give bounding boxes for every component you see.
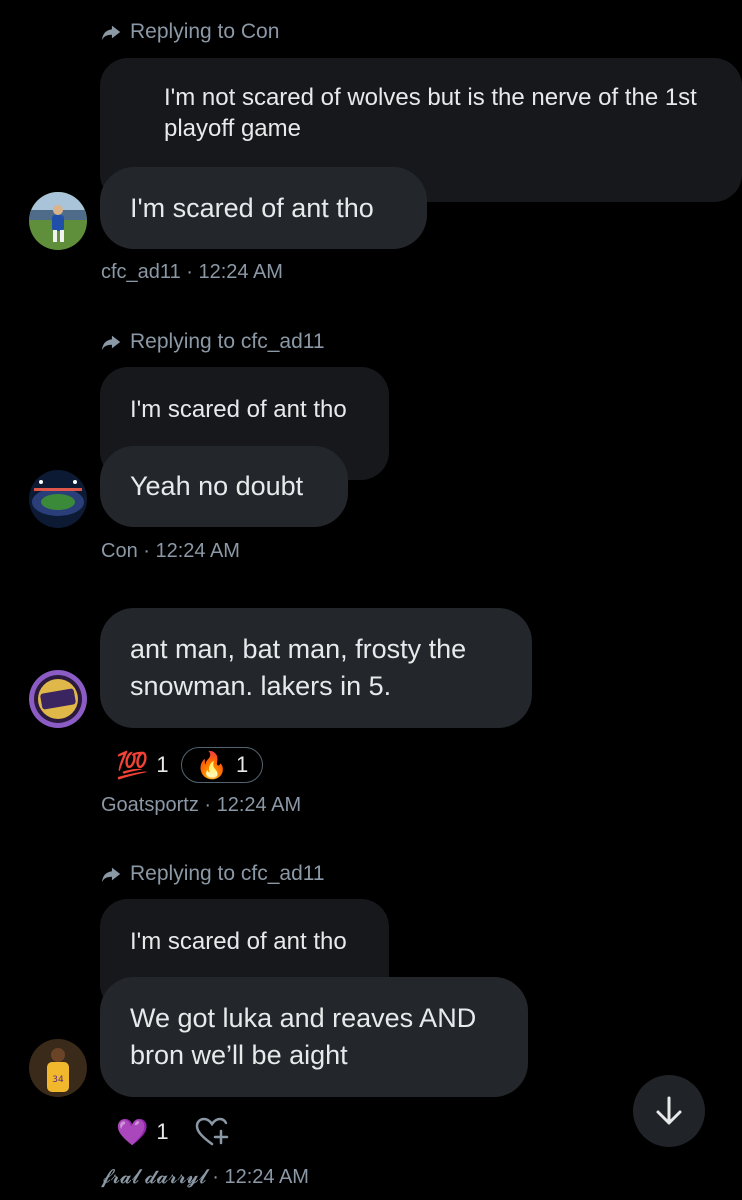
reply-arrow-icon [101, 335, 121, 351]
scroll-to-bottom-button[interactable] [633, 1075, 705, 1147]
purple-heart-icon[interactable]: 💜 [116, 1117, 148, 1147]
message-meta: cfc_ad11 · 12:24 AM [101, 261, 283, 283]
message-meta: Goatsportz · 12:24 AM [101, 794, 302, 816]
reply-arrow-icon [101, 25, 121, 41]
fire-icon: 🔥 [195, 750, 228, 780]
message-text: We got luka and reaves AND bron we’ll be… [130, 1003, 477, 1070]
message-text: Yeah no doubt [130, 471, 304, 501]
svg-text:34: 34 [52, 1075, 64, 1085]
add-reaction-icon[interactable] [195, 1117, 229, 1147]
avatar[interactable] [29, 670, 87, 728]
message-meta: 𝓯𝓻𝓪𝓵 𝓭𝓪𝓻𝓻𝔂𝓵 · 12:24 AM [101, 1166, 309, 1188]
reply-context: Replying to cfc_ad11 [100, 330, 325, 354]
quoted-text: I'm not scared of wolves but is the nerv… [164, 84, 697, 142]
quoted-text: I'm scared of ant tho [130, 928, 347, 955]
message-text: I'm scared of ant tho [130, 192, 374, 223]
avatar[interactable]: 34 [29, 1039, 87, 1097]
reaction-pill[interactable]: 🔥 1 [180, 747, 264, 783]
replying-to-label: Replying to cfc_ad11 [130, 862, 325, 885]
message-bubble[interactable]: We got luka and reaves AND bron we’ll be… [100, 977, 528, 1097]
reply-arrow-icon [101, 867, 121, 883]
message-bubble[interactable]: ant man, bat man, frosty the snowman. la… [100, 608, 532, 728]
message-meta: Con · 12:24 AM [101, 540, 240, 562]
arrow-down-icon [656, 1096, 682, 1125]
avatar[interactable] [29, 470, 87, 528]
reply-context: Replying to Con [100, 20, 279, 44]
message-text: ant man, bat man, frosty the snowman. la… [130, 634, 467, 701]
reaction-bar: 💯 1 🔥 1 [116, 747, 264, 783]
hundred-points-icon[interactable]: 💯 [116, 750, 148, 780]
message-bubble[interactable]: I'm scared of ant tho [100, 167, 427, 249]
reaction-count: 1 [156, 752, 169, 777]
quoted-text: I'm scared of ant tho [130, 396, 347, 423]
message-bubble[interactable]: Yeah no doubt [100, 446, 348, 527]
reaction-count: 1 [236, 752, 249, 777]
reaction-bar: 💜 1 [116, 1117, 229, 1147]
reaction-count: 1 [156, 1119, 169, 1144]
reply-context: Replying to cfc_ad11 [100, 862, 325, 886]
replying-to-label: Replying to cfc_ad11 [130, 330, 325, 353]
avatar[interactable] [29, 192, 87, 250]
replying-to-label: Replying to Con [130, 20, 280, 43]
